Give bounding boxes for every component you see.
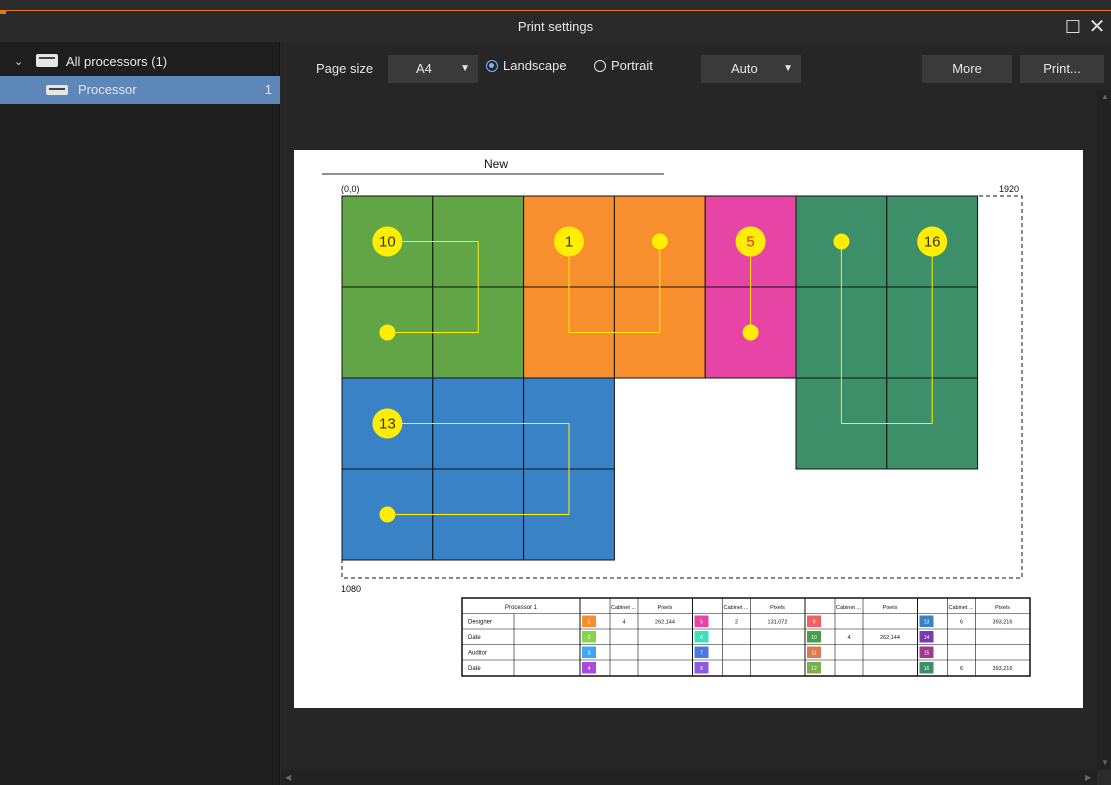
legend-port-number: 9	[813, 620, 816, 626]
legend-port-number: 12	[811, 666, 817, 672]
legend-port-number: 15	[924, 651, 930, 657]
legend-row-label: Auditor	[468, 651, 487, 657]
dropdown-caret-icon: ▼	[460, 63, 470, 74]
legend-pixel-count: 393,216	[993, 666, 1013, 672]
route-start-label: 13	[379, 416, 396, 433]
legend-header-cabinet: Cabinet ...	[949, 605, 975, 611]
legend-pixel-count: 262,144	[655, 620, 675, 626]
route-end-marker	[379, 324, 396, 341]
legend-row-label: Date	[468, 635, 481, 641]
legend-port-number: 11	[811, 651, 816, 657]
legend-header-cabinet: Cabinet ...	[836, 605, 862, 611]
print-toolbar: Page size A4 ▼ Landscape Portrait Auto ▼…	[281, 42, 1111, 90]
page-size-label: Page size	[316, 61, 374, 76]
processor-icon	[46, 85, 68, 95]
legend-header-pixels: Pixels	[883, 605, 898, 611]
route-start-label: 1	[565, 234, 573, 251]
portrait-label: Portrait	[611, 58, 653, 73]
route-end-marker	[742, 324, 759, 341]
legend-header-pixels: Pixels	[995, 605, 1010, 611]
landscape-label: Landscape	[503, 58, 567, 73]
legend-cabinet-count: 2	[735, 620, 738, 626]
cabinet-layout-diagram: New (0,0) 1920 1080 10 1 5 1613 Processor 1…	[322, 157, 1031, 677]
legend-pixel-count: 262,144	[880, 635, 900, 641]
print-preview-page: New (0,0) 1920 1080 10 1 5 16 13 Processor 1…	[294, 150, 1083, 708]
dropdown-caret-icon: ▼	[783, 63, 793, 74]
horizontal-scrollbar[interactable]: ◀ ▶	[281, 770, 1097, 785]
route-start-label: 10	[379, 234, 396, 251]
legend-header-pixels: Pixels	[658, 605, 673, 611]
legend-port-number: 2	[588, 635, 591, 641]
radio-unchecked-icon	[594, 60, 606, 72]
app-accent	[0, 10, 6, 14]
legend-header-pixels: Pixels	[770, 605, 785, 611]
legend-port-number: 16	[924, 666, 930, 672]
legend-pixel-count: 393,216	[993, 620, 1013, 626]
print-button[interactable]: Print...	[1020, 55, 1104, 83]
legend-port-number: 4	[588, 666, 591, 672]
scale-select[interactable]: Auto ▼	[701, 55, 801, 83]
more-button[interactable]: More	[922, 55, 1012, 83]
maximize-icon[interactable]: ☐	[1061, 15, 1085, 39]
legend-pixel-count: 131,072	[768, 620, 788, 626]
portrait-radio[interactable]: Portrait	[594, 58, 653, 73]
print-settings-window: Print settings ☐ ✕ ⌄ All processors (1) …	[0, 0, 1111, 785]
title-bar: Print settings ☐ ✕	[0, 10, 1111, 42]
scroll-down-icon[interactable]: ▼	[1101, 758, 1109, 767]
legend-header-cabinet: Cabinet ...	[724, 605, 750, 611]
tree-item-label: Processor	[78, 82, 137, 97]
vertical-scrollbar[interactable]: ▲ ▼	[1097, 90, 1111, 770]
height-label: 1080	[341, 584, 361, 594]
legend-cabinet-count: 4	[622, 620, 625, 626]
route-end-marker	[379, 506, 396, 523]
legend-port-number: 13	[924, 620, 930, 626]
legend-port-number: 10	[811, 635, 817, 641]
width-label: 1920	[999, 184, 1019, 194]
origin-label: (0,0)	[341, 184, 360, 194]
legend-processor-name: Processor 1	[505, 605, 538, 611]
legend-port-number: 6	[700, 635, 703, 641]
legend-port-number: 14	[924, 635, 930, 641]
legend-table: Processor 1 Designer Date Auditor Date Cabine…	[461, 597, 1031, 677]
chevron-down-icon[interactable]: ⌄	[14, 55, 23, 68]
legend-port-number: 3	[588, 651, 591, 657]
tree-item-label: All processors (1)	[66, 54, 168, 69]
radio-checked-icon	[486, 60, 498, 72]
route-end-marker	[651, 233, 668, 250]
scroll-right-icon[interactable]: ▶	[1085, 773, 1091, 782]
preview-title: New	[484, 157, 508, 171]
tree-item-processor[interactable]: Processor 1	[0, 76, 280, 104]
legend-cabinet-count: 6	[960, 666, 963, 672]
scroll-up-icon[interactable]: ▲	[1101, 92, 1109, 101]
legend-header-cabinet: Cabinet ...	[611, 605, 637, 611]
page-size-value: A4	[416, 61, 432, 76]
legend-cabinet-count: 6	[960, 620, 963, 626]
legend-port-number: 5	[700, 620, 703, 626]
page-size-select[interactable]: A4 ▼	[388, 55, 478, 83]
legend-port-number: 1	[588, 620, 591, 626]
route-start-label: 5	[746, 234, 754, 251]
tree-item-all-processors[interactable]: ⌄ All processors (1)	[0, 48, 280, 76]
legend-cabinet-count: 4	[847, 635, 850, 641]
processor-tree: ⌄ All processors (1) Processor 1	[0, 42, 280, 785]
legend-row-label: Designer	[468, 620, 492, 626]
legend-port-number: 7	[700, 651, 703, 657]
scale-value: Auto	[731, 61, 758, 76]
tree-item-count: 1	[264, 82, 272, 97]
window-title: Print settings	[517, 19, 594, 34]
route-start-label: 16	[924, 234, 941, 251]
legend-row-label: Date	[468, 666, 481, 672]
scroll-left-icon[interactable]: ◀	[285, 773, 291, 782]
legend-port-number: 8	[700, 666, 703, 672]
landscape-radio[interactable]: Landscape	[486, 58, 567, 73]
route-end-marker	[833, 233, 850, 250]
processor-group-icon	[36, 54, 58, 67]
close-icon[interactable]: ✕	[1085, 15, 1109, 39]
